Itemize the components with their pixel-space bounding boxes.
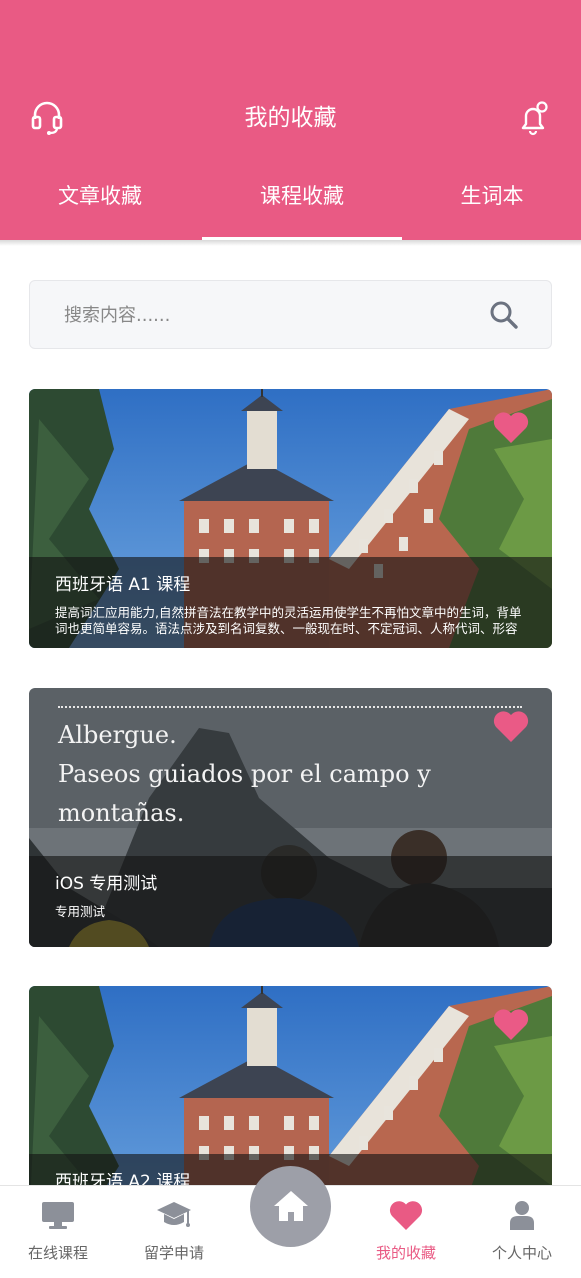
slide-caption: Albergue. Paseos guiados por el campo y …	[58, 716, 528, 833]
header-shadow	[0, 240, 581, 246]
tab-article-favorites[interactable]: 文章收藏	[30, 175, 170, 240]
page-title: 我的收藏	[244, 105, 337, 131]
nav-label: 在线课程	[27, 1244, 88, 1262]
course-title: 西班牙语 A2 课程	[55, 1172, 191, 1186]
person-icon	[510, 1201, 534, 1230]
course-card[interactable]: 西班牙语 A1 课程 提高词汇应用能力,自然拼音法在教学中的灵活运用使学生不再怕…	[29, 389, 552, 648]
tab-label: 生词本	[460, 184, 524, 208]
course-title: iOS 专用测试	[55, 874, 158, 894]
favorite-heart-icon[interactable]	[492, 409, 530, 445]
heart-icon	[389, 1201, 423, 1230]
notification-bell-icon[interactable]	[516, 100, 550, 136]
search-input[interactable]	[64, 299, 464, 331]
course-card[interactable]: Albergue. Paseos guiados por el campo y …	[29, 688, 552, 947]
nav-label: 留学申请	[143, 1244, 204, 1262]
tab-label: 课程收藏	[260, 184, 344, 208]
card-caption: 西班牙语 A1 课程 提高词汇应用能力,自然拼音法在教学中的灵活运用使学生不再怕…	[29, 557, 552, 648]
tab-vocabulary-book[interactable]: 生词本	[440, 175, 544, 240]
home-icon	[274, 1191, 308, 1221]
course-title: 西班牙语 A1 课程	[55, 575, 191, 595]
slide-line: montañas.	[58, 799, 185, 827]
course-description: 专用测试	[55, 904, 106, 919]
tab-course-favorites[interactable]: 课程收藏	[202, 175, 402, 240]
course-description: 提高词汇应用能力,自然拼音法在教学中的灵活运用使学生不再怕文章中的生词，背单词也…	[55, 605, 522, 636]
tab-bar: 文章收藏 课程收藏 生词本	[0, 175, 581, 240]
nav-online-courses[interactable]: 在线课程	[0, 1186, 116, 1278]
graduation-cap-icon	[157, 1202, 191, 1227]
slide-divider	[58, 706, 522, 708]
search-bar	[29, 280, 552, 349]
favorite-heart-icon[interactable]	[492, 708, 530, 744]
app-header: 我的收藏 文章收藏 课程收藏 生词本	[0, 0, 581, 240]
nav-label: 我的收藏	[375, 1244, 436, 1262]
card-caption: iOS 专用测试 专用测试	[29, 856, 552, 947]
nav-my-favorites[interactable]: 我的收藏	[348, 1186, 464, 1278]
tab-label: 文章收藏	[58, 184, 142, 208]
nav-personal-center[interactable]: 个人中心	[464, 1186, 580, 1278]
search-icon[interactable]	[488, 299, 520, 331]
monitor-icon	[42, 1202, 74, 1229]
home-button[interactable]	[250, 1166, 331, 1247]
slide-line: Paseos guiados por el campo y	[58, 760, 431, 788]
course-card[interactable]: 西班牙语 A2 课程	[29, 986, 552, 1186]
favorite-heart-icon[interactable]	[492, 1006, 530, 1042]
nav-study-abroad[interactable]: 留学申请	[116, 1186, 232, 1278]
slide-line: Albergue.	[58, 721, 177, 749]
nav-label: 个人中心	[491, 1244, 552, 1262]
